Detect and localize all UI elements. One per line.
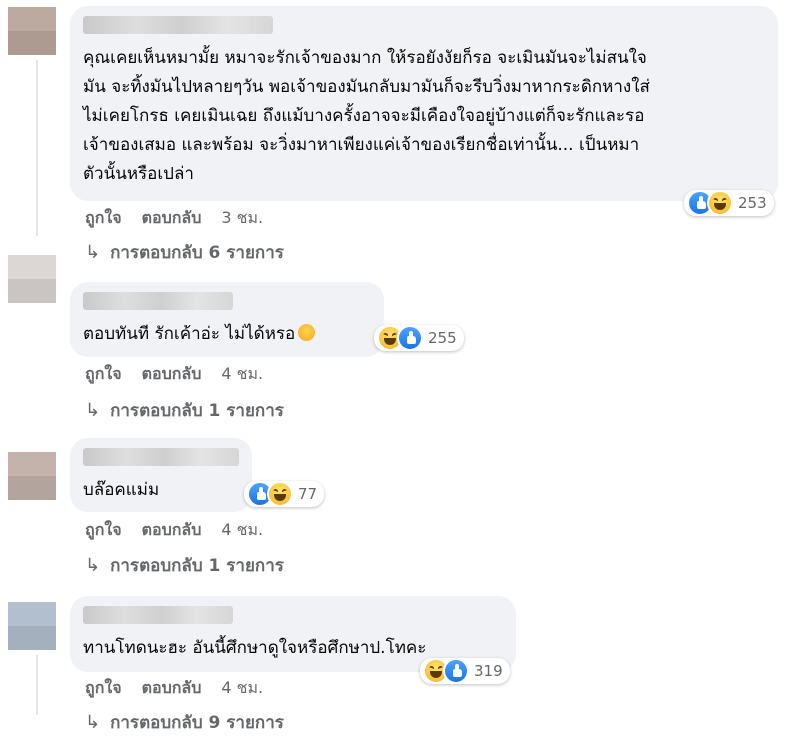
commenter-name-redacted[interactable] <box>83 292 233 310</box>
reaction-summary[interactable]: 77 <box>244 481 325 507</box>
commenter-name-redacted[interactable] <box>83 448 239 466</box>
thread-line <box>36 60 38 236</box>
reply-arrow-icon: ↳ <box>85 555 101 576</box>
comment-actions: ถูกใจ ตอบกลับ 4 ชม. <box>85 518 263 543</box>
reaction-count: 255 <box>428 329 457 347</box>
commenter-avatar[interactable] <box>8 452 56 500</box>
commenter-avatar[interactable] <box>8 7 56 55</box>
like-reaction-icon <box>397 325 423 351</box>
reaction-count: 253 <box>738 194 767 212</box>
commenter-name-redacted[interactable] <box>83 606 233 624</box>
replies-count-label: การตอบกลับ 1 รายการ <box>110 556 284 576</box>
reply-button[interactable]: ตอบกลับ <box>142 362 202 387</box>
comment-text: บล๊อคแม่ม <box>83 480 160 500</box>
comment-text: คุณเคยเห็นหมามั้ย หมาจะรักเจ้าของมาก ให้… <box>83 48 650 184</box>
comment-timestamp[interactable]: 4 ชม. <box>221 362 263 387</box>
comment-text: ตอบทันที รักเค้าอ่ะ ไม่ได้หรอ <box>83 320 371 349</box>
commenter-avatar[interactable] <box>8 255 56 303</box>
comment-text-content: ตอบทันที รักเค้าอ่ะ ไม่ได้หรอ <box>83 324 296 344</box>
like-button[interactable]: ถูกใจ <box>85 362 122 387</box>
commenter-name-redacted[interactable] <box>83 16 273 34</box>
comment-actions: ถูกใจ ตอบกลับ 4 ชม. <box>85 362 263 387</box>
replies-count-label: การตอบกลับ 1 รายการ <box>110 401 284 421</box>
replies-count-label: การตอบกลับ 9 รายการ <box>110 713 284 733</box>
comment-bubble: บล๊อคแม่ม <box>70 438 252 512</box>
comment-bubble: ตอบทันที รักเค้าอ่ะ ไม่ได้หรอ <box>70 282 384 357</box>
comment-actions: ถูกใจ ตอบกลับ 4 ชม. <box>85 676 263 701</box>
replies-count-label: การตอบกลับ 6 รายการ <box>110 243 284 263</box>
comment-timestamp[interactable]: 4 ชม. <box>221 518 263 543</box>
reaction-summary[interactable]: 319 <box>420 658 510 684</box>
reaction-summary[interactable]: 255 <box>374 325 464 351</box>
reply-arrow-icon: ↳ <box>85 400 101 421</box>
reply-button[interactable]: ตอบกลับ <box>142 206 202 231</box>
haha-reaction-icon <box>267 481 293 507</box>
like-reaction-icon <box>443 658 469 684</box>
like-button[interactable]: ถูกใจ <box>85 206 122 231</box>
comment-timestamp[interactable]: 3 ชม. <box>221 206 263 231</box>
view-replies-link[interactable]: ↳ การตอบกลับ 6 รายการ <box>85 239 284 266</box>
comment-timestamp[interactable]: 4 ชม. <box>221 676 263 701</box>
commenter-avatar[interactable] <box>8 602 56 650</box>
like-button[interactable]: ถูกใจ <box>85 518 122 543</box>
smiling-emoji-icon <box>298 324 316 341</box>
reaction-count: 319 <box>474 662 503 680</box>
view-replies-link[interactable]: ↳ การตอบกลับ 1 รายการ <box>85 397 284 424</box>
comment-bubble: คุณเคยเห็นหมามั้ย หมาจะรักเจ้าของมาก ให้… <box>70 6 778 201</box>
view-replies-link[interactable]: ↳ การตอบกลับ 9 รายการ <box>85 709 284 736</box>
like-button[interactable]: ถูกใจ <box>85 676 122 701</box>
reaction-summary[interactable]: 253 <box>684 190 774 216</box>
reply-button[interactable]: ตอบกลับ <box>142 676 202 701</box>
comment-actions: ถูกใจ ตอบกลับ 3 ชม. <box>85 206 263 231</box>
view-replies-link[interactable]: ↳ การตอบกลับ 1 รายการ <box>85 552 284 579</box>
reaction-count: 77 <box>298 485 318 503</box>
haha-reaction-icon <box>707 190 733 216</box>
reply-arrow-icon: ↳ <box>85 712 101 733</box>
reply-button[interactable]: ตอบกลับ <box>142 518 202 543</box>
thread-line <box>36 655 38 715</box>
reply-arrow-icon: ↳ <box>85 242 101 263</box>
